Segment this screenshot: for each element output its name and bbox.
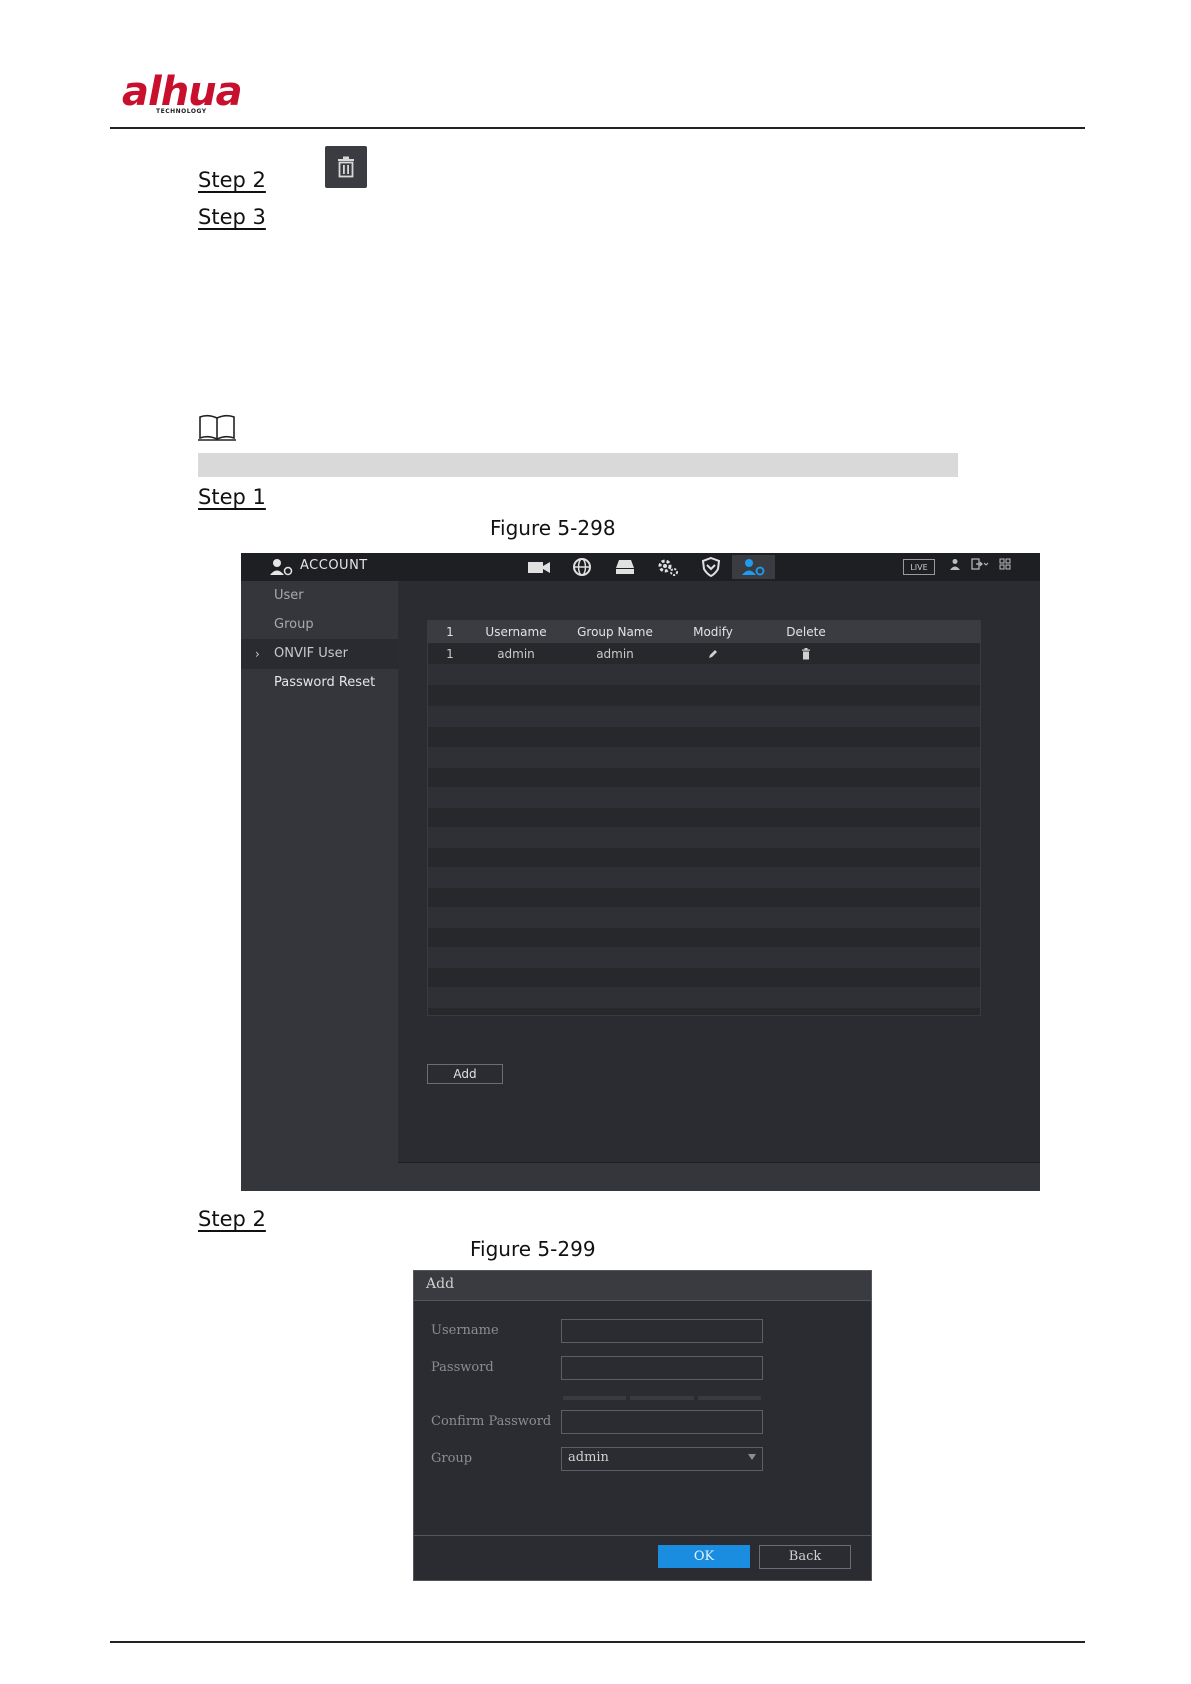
col-index: 1 xyxy=(446,625,454,639)
sidebar-item-label: Password Reset xyxy=(274,675,376,690)
step-2b-label: Step 2 xyxy=(198,1207,266,1231)
sidebar-item-group[interactable]: Group xyxy=(241,610,398,640)
camera-icon xyxy=(527,562,550,573)
logo-subtext: TECHNOLOGY xyxy=(156,108,207,115)
shield-icon xyxy=(701,557,720,577)
main-nav-icons xyxy=(517,555,775,579)
account-sidebar: User Group › ONVIF User Password Reset xyxy=(241,581,398,1191)
table-row[interactable]: 1 admin admin xyxy=(428,643,980,665)
storage-icon xyxy=(615,560,634,574)
header-rule xyxy=(110,127,1085,129)
username-label: Username xyxy=(431,1323,499,1338)
top-right-icons xyxy=(949,558,1011,570)
col-delete: Delete xyxy=(786,625,826,639)
step-3-label: Step 3 xyxy=(198,205,266,229)
ok-button[interactable]: OK xyxy=(658,1545,750,1568)
account-onvif-screenshot: ACCOUNT LIVE User Group › ONVIF User Pas… xyxy=(241,553,1040,1191)
group-select-value: admin xyxy=(568,1450,609,1465)
add-user-button[interactable]: Add xyxy=(427,1064,503,1084)
sidebar-item-onvif-user[interactable]: › ONVIF User xyxy=(241,639,398,669)
chevron-right-icon: › xyxy=(255,647,260,661)
table-row-empty xyxy=(428,827,980,848)
nav-network[interactable] xyxy=(560,555,603,579)
step-2-label: Step 2 xyxy=(198,168,266,192)
account-title: ACCOUNT xyxy=(300,558,368,573)
col-modify: Modify xyxy=(693,625,733,639)
row-username: admin xyxy=(497,647,535,661)
row-group: admin xyxy=(596,647,634,661)
nav-security[interactable] xyxy=(689,555,732,579)
figure-5-298-caption: Figure 5-298 xyxy=(490,516,616,540)
nav-account[interactable] xyxy=(732,555,775,579)
pencil-icon[interactable] xyxy=(707,648,719,660)
delete-button-illustration xyxy=(325,146,367,188)
confirm-password-label: Confirm Password xyxy=(431,1414,552,1429)
strength-segment xyxy=(563,1396,627,1400)
logo-wordmark: alhua xyxy=(122,69,243,115)
top-menu-bar: ACCOUNT LIVE xyxy=(241,553,1040,581)
back-button[interactable]: Back xyxy=(759,1545,851,1569)
username-input[interactable] xyxy=(561,1319,763,1343)
add-onvif-user-dialog: Add Username Password Confirm Password G… xyxy=(413,1270,872,1581)
table-row-empty xyxy=(428,747,980,768)
nav-system[interactable] xyxy=(646,555,689,579)
password-input[interactable] xyxy=(561,1356,763,1380)
row-index: 1 xyxy=(446,647,454,661)
group-select[interactable]: admin xyxy=(561,1447,763,1471)
table-row-empty xyxy=(428,987,980,1008)
sidebar-item-password-reset[interactable]: Password Reset xyxy=(241,668,398,698)
brand-logo: alhua TECHNOLOGY xyxy=(122,72,262,122)
trash-icon[interactable] xyxy=(801,648,811,660)
table-row-empty xyxy=(428,867,980,888)
nav-camera[interactable] xyxy=(517,555,560,579)
dialog-divider xyxy=(414,1535,871,1536)
figure-5-299-caption: Figure 5-299 xyxy=(470,1237,596,1261)
group-label: Group xyxy=(431,1451,473,1466)
sidebar-item-label: Group xyxy=(274,617,314,632)
account-icon xyxy=(270,559,293,576)
dialog-title-bar: Add xyxy=(414,1271,871,1301)
page-footer-bar xyxy=(398,1162,1040,1191)
strength-segment xyxy=(697,1396,761,1400)
table-header: 1 Username Group Name Modify Delete xyxy=(428,621,980,643)
sidebar-item-label: User xyxy=(274,588,304,603)
dropdown-arrow-icon xyxy=(748,1454,756,1460)
sidebar-item-label: ONVIF User xyxy=(274,646,348,661)
col-group-name: Group Name xyxy=(577,625,653,639)
user-icon[interactable] xyxy=(949,558,961,570)
book-note-icon xyxy=(198,414,236,441)
nav-storage[interactable] xyxy=(603,555,646,579)
onvif-user-table: 1 Username Group Name Modify Delete 1 ad… xyxy=(427,620,981,1016)
grid-menu-icon[interactable] xyxy=(999,558,1011,570)
password-strength-meter xyxy=(563,1396,761,1400)
table-row-empty xyxy=(428,907,980,928)
gears-icon xyxy=(658,559,678,576)
live-button[interactable]: LIVE xyxy=(903,559,935,575)
table-row-empty xyxy=(428,947,980,968)
logout-icon[interactable] xyxy=(971,558,989,570)
table-row-empty xyxy=(428,706,980,727)
footer-rule xyxy=(110,1641,1085,1643)
sidebar-item-user[interactable]: User xyxy=(241,581,398,611)
confirm-password-input[interactable] xyxy=(561,1410,763,1434)
strength-segment xyxy=(630,1396,694,1400)
step-1-label: Step 1 xyxy=(198,485,266,509)
table-row-empty xyxy=(428,664,980,685)
trash-icon xyxy=(338,156,354,178)
password-label: Password xyxy=(431,1360,494,1375)
table-row-empty xyxy=(428,787,980,808)
note-highlight-bar xyxy=(198,453,958,477)
account-settings-icon xyxy=(741,559,764,576)
col-username: Username xyxy=(485,625,547,639)
globe-icon xyxy=(572,558,591,576)
dialog-title: Add xyxy=(426,1276,455,1292)
